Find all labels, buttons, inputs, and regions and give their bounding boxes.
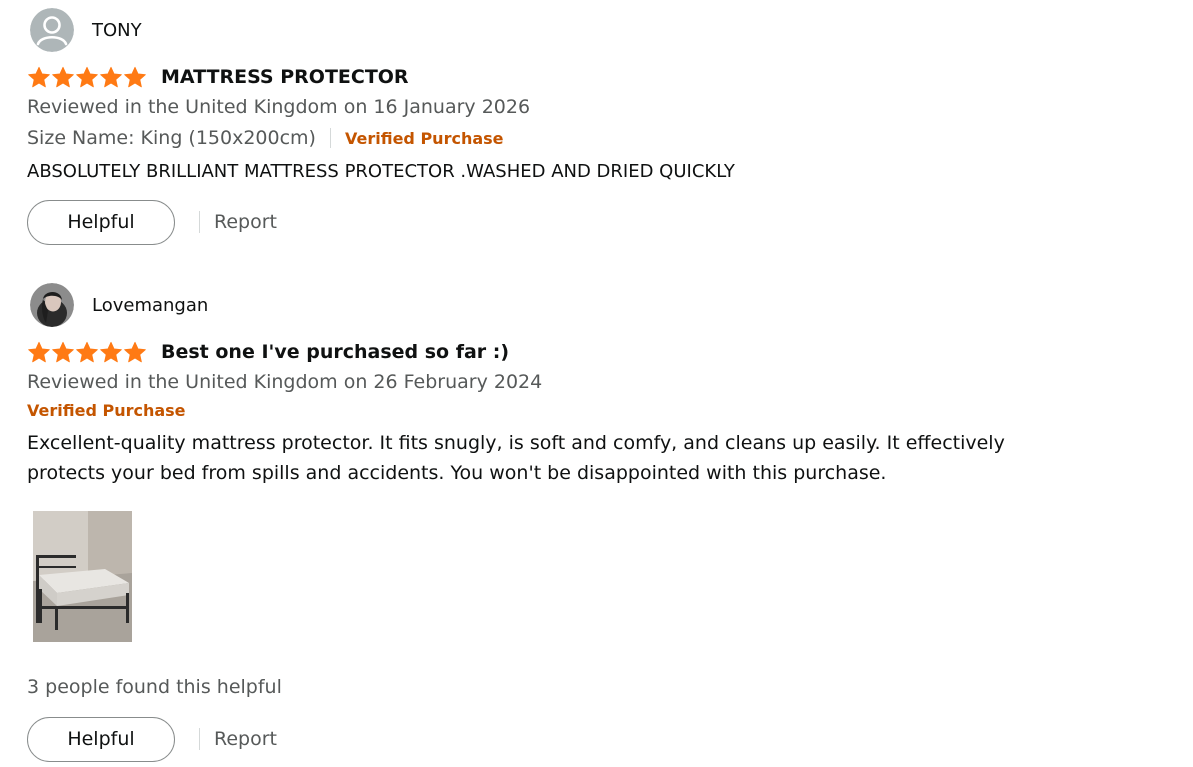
report-link[interactable]: Report bbox=[214, 211, 277, 233]
bed-photo-thumbnail[interactable] bbox=[33, 511, 132, 642]
reviewer-profile[interactable]: Lovemangan bbox=[27, 283, 1087, 327]
star-icon bbox=[28, 66, 50, 88]
review-card: Lovemangan Best one I've purchased so fa… bbox=[27, 283, 1087, 762]
reviewer-name: TONY bbox=[92, 19, 142, 41]
default-avatar-icon bbox=[30, 8, 74, 52]
helpful-button[interactable]: Helpful bbox=[27, 199, 175, 245]
product-format[interactable]: Size Name: King (150x200cm) bbox=[27, 127, 316, 149]
reviewer-profile[interactable]: TONY bbox=[27, 8, 1087, 52]
star-icon bbox=[52, 341, 74, 363]
star-icon bbox=[124, 341, 146, 363]
user-photo-avatar bbox=[30, 283, 74, 327]
review-card: TONY MATTRESS PROTECTOR Reviewed in the … bbox=[27, 8, 1087, 246]
review-body-line: Excellent-quality mattress protector. It… bbox=[27, 432, 1005, 454]
review-body: ABSOLUTELY BRILLIANT MATTRESS PROTECTOR … bbox=[27, 161, 735, 182]
review-body: Excellent-quality mattress protector. It… bbox=[27, 428, 1087, 488]
review-title[interactable]: Best one I've purchased so far :) bbox=[161, 341, 509, 363]
verified-purchase-badge: Verified Purchase bbox=[27, 401, 186, 420]
helpful-count: 3 people found this helpful bbox=[27, 676, 282, 698]
star-icon bbox=[76, 66, 98, 88]
reviewer-name: Lovemangan bbox=[92, 294, 209, 316]
report-link[interactable]: Report bbox=[214, 728, 277, 750]
review-date: Reviewed in the United Kingdom on 16 Jan… bbox=[27, 96, 531, 118]
star-rating[interactable] bbox=[27, 66, 147, 88]
helpful-button[interactable]: Helpful bbox=[27, 716, 175, 762]
review-body-line: protects your bed from spills and accide… bbox=[27, 462, 887, 484]
review-date: Reviewed in the United Kingdom on 26 Feb… bbox=[27, 371, 543, 393]
star-icon bbox=[100, 66, 122, 88]
star-icon bbox=[100, 341, 122, 363]
review-actions: Helpful Report bbox=[27, 198, 1087, 246]
star-icon bbox=[124, 66, 146, 88]
star-icon bbox=[52, 66, 74, 88]
action-divider bbox=[199, 211, 200, 233]
action-divider bbox=[199, 728, 200, 750]
verified-purchase-badge: Verified Purchase bbox=[344, 128, 504, 148]
star-rating[interactable] bbox=[27, 341, 147, 363]
format-divider bbox=[329, 128, 331, 148]
star-icon bbox=[28, 341, 50, 363]
review-title[interactable]: MATTRESS PROTECTOR bbox=[161, 66, 409, 88]
star-icon bbox=[76, 341, 98, 363]
review-actions: Helpful Report bbox=[27, 715, 277, 763]
